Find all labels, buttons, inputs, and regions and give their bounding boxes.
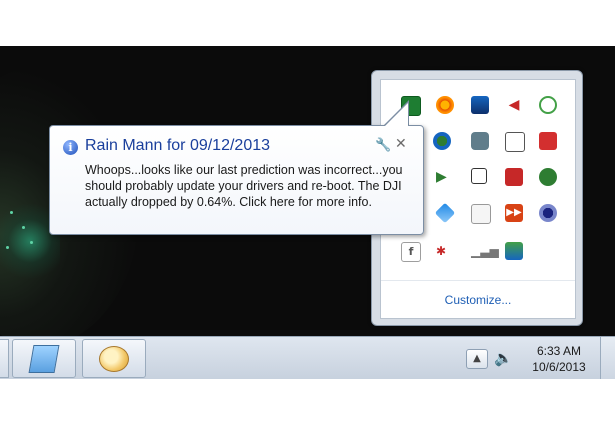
wallpaper-dot — [22, 226, 25, 229]
pdf-icon[interactable] — [539, 132, 557, 150]
notification-balloon[interactable]: i Rain Mann for 09/12/2013 🔧 ✕ Whoops...… — [49, 125, 424, 235]
paint-taskbar-button[interactable] — [82, 339, 146, 378]
wrench-icon[interactable]: 🔧 — [375, 138, 391, 153]
taskbar: ▲ 🔈 6:33 AM 10/6/2013 — [0, 336, 615, 379]
paint-palette-icon — [99, 346, 129, 372]
clock-date: 10/6/2013 — [532, 360, 586, 374]
spotify-icon[interactable] — [539, 168, 557, 186]
show-desktop-button[interactable] — [600, 337, 615, 379]
close-icon[interactable]: ✕ — [395, 136, 409, 152]
taskbar-edge-button[interactable] — [0, 339, 9, 378]
wallpaper-dot — [30, 241, 33, 244]
notepad-taskbar-button[interactable] — [12, 339, 76, 378]
firefox-icon[interactable] — [433, 132, 451, 150]
customize-link[interactable]: Customize... — [381, 293, 575, 307]
balloon-tail-fill — [385, 103, 408, 126]
tray-divider — [381, 280, 575, 281]
volume-icon[interactable]: 🔈 — [494, 349, 514, 367]
antenna-icon[interactable]: ✱ — [436, 242, 454, 260]
balloon-message[interactable]: Whoops...looks like our last prediction … — [85, 162, 415, 210]
windows-flags-icon[interactable] — [471, 168, 487, 184]
speaker-icon[interactable]: ◀ — [505, 96, 523, 114]
dropbox-icon[interactable] — [434, 202, 456, 224]
system-clock[interactable]: 6:33 AM 10/6/2013 — [524, 343, 594, 375]
signal-bars-icon[interactable]: ▁▃▅ — [471, 242, 499, 260]
facebook-icon[interactable]: f — [401, 242, 421, 262]
play-forward-icon[interactable]: ▶▶ — [505, 204, 523, 222]
show-hidden-icons-button[interactable]: ▲ — [466, 349, 488, 369]
gear-icon[interactable] — [436, 96, 454, 114]
sync-icon[interactable] — [539, 96, 557, 114]
info-icon: i — [63, 140, 78, 155]
balloon-title: Rain Mann for 09/12/2013 — [85, 137, 271, 154]
network-monitor-icon[interactable] — [471, 96, 489, 114]
security-shield-icon[interactable] — [471, 132, 489, 150]
clipboard-icon[interactable] — [505, 132, 525, 152]
blocked-app-icon[interactable] — [471, 204, 491, 224]
adobe-icon[interactable] — [505, 168, 523, 186]
eye-app-icon[interactable] — [539, 204, 557, 222]
media-player-icon[interactable]: ▶ — [436, 168, 454, 186]
wallpaper-dot — [10, 211, 13, 214]
notepad-icon — [28, 345, 60, 373]
clock-time: 6:33 AM — [536, 344, 582, 358]
wallpaper-dot — [6, 246, 9, 249]
network-share-icon[interactable] — [505, 242, 523, 260]
